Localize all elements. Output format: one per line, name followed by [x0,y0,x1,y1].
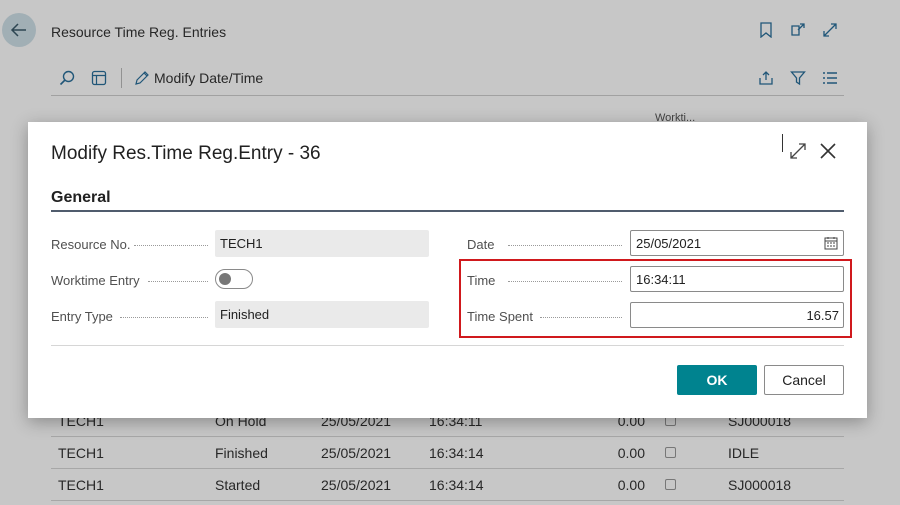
footer-divider [51,345,844,346]
date-value: 25/05/2021 [636,236,702,251]
date-input[interactable]: 25/05/2021 [630,230,844,256]
worktime-entry-label: Worktime Entry [51,273,140,288]
dotted-leader [120,317,208,318]
cancel-button[interactable]: Cancel [764,365,844,395]
close-icon[interactable] [818,141,838,161]
modify-entry-dialog: Modify Res.Time Reg.Entry - 36 General R… [28,122,867,418]
resource-no-field[interactable]: TECH1 [215,230,429,257]
highlight-box [459,259,852,338]
section-divider [51,210,844,212]
dotted-leader [148,281,208,282]
text-cursor [782,134,783,152]
calendar-icon[interactable] [824,236,838,250]
entry-type-field[interactable]: Finished [215,301,429,328]
section-general-title[interactable]: General [51,189,111,207]
worktime-entry-toggle[interactable] [215,269,253,289]
resource-no-label: Resource No. [51,237,131,252]
date-label: Date [467,237,495,252]
dotted-leader [134,245,208,246]
dialog-title: Modify Res.Time Reg.Entry - 36 [51,143,321,164]
entry-type-label: Entry Type [51,309,113,324]
dotted-leader [508,245,622,246]
expand-dialog-icon[interactable] [789,142,807,160]
ok-button[interactable]: OK [677,365,757,395]
toggle-knob [219,273,231,285]
